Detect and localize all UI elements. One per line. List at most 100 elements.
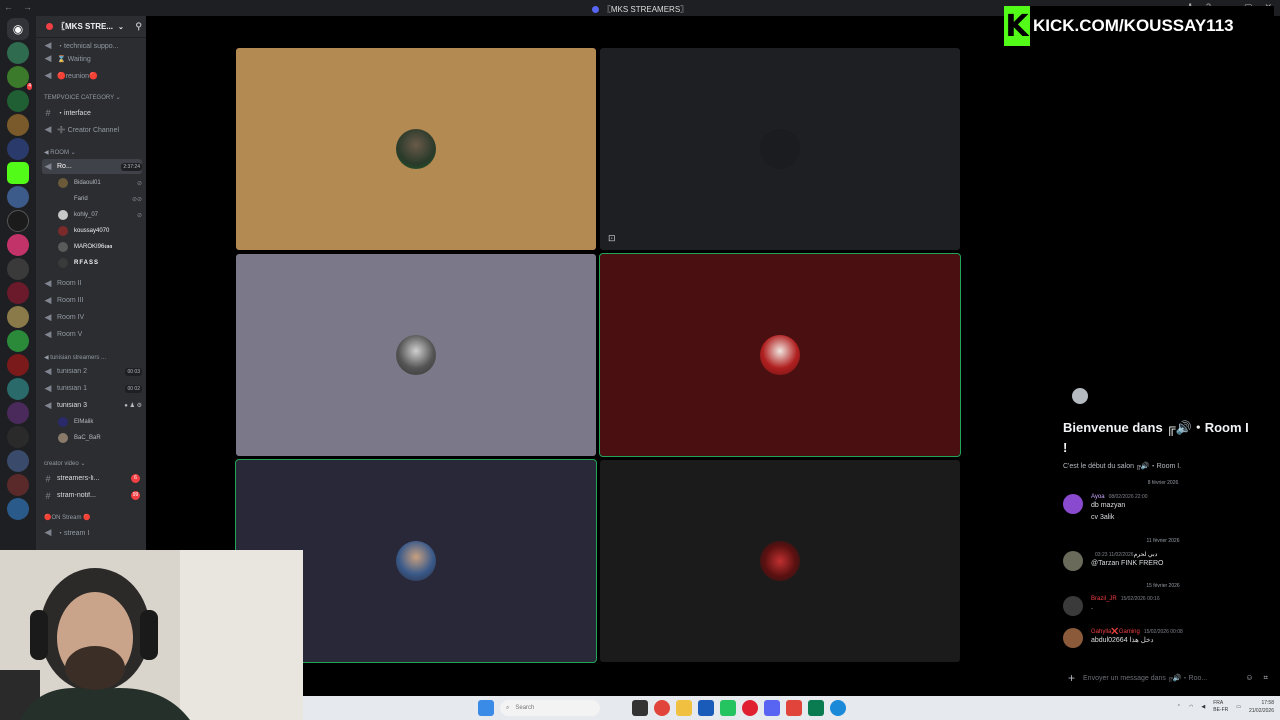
folder-icon[interactable]	[676, 700, 692, 716]
avatar[interactable]	[1063, 551, 1083, 571]
voice-channel-stream[interactable]: ◀ ・stream I	[42, 525, 142, 540]
network-icon[interactable]: ▭	[1236, 704, 1241, 710]
avatar	[58, 210, 68, 220]
category-onstream[interactable]: 🔴ON Stream 🔴	[44, 514, 91, 521]
volume-icon[interactable]: ◀	[1201, 704, 1205, 710]
server-icon[interactable]	[7, 426, 29, 448]
date-divider: 11 février 2026	[1146, 538, 1180, 544]
voice-channel-room-i[interactable]: ◀ Ro... 2:37:24	[42, 159, 142, 174]
voice-user[interactable]: Bidaoul01 ⊘	[58, 176, 142, 190]
app-icon[interactable]	[786, 700, 802, 716]
server-icon[interactable]	[7, 378, 29, 400]
emoji-icon[interactable]: ☺	[1245, 673, 1253, 683]
server-icon	[591, 6, 599, 13]
speaker-icon: ◀	[44, 53, 52, 63]
speaker-icon: ◀	[44, 40, 52, 50]
message-author[interactable]: Brazil_JR	[1091, 596, 1117, 602]
add-attachment-icon[interactable]: +	[1068, 671, 1075, 685]
voice-channel-room[interactable]: ◀ Room V	[42, 327, 142, 342]
wifi-icon[interactable]: ◠	[1189, 704, 1193, 710]
kick-logo-icon: K	[1004, 6, 1030, 46]
server-icon[interactable]	[7, 498, 29, 520]
clock[interactable]: 17:58 21/02/2026	[1249, 699, 1274, 715]
message-input[interactable]: Envoyer un message dans ╔🔊・Roo...	[1083, 673, 1207, 683]
category-creator[interactable]: creator video ⌄	[44, 460, 85, 467]
server-icon[interactable]	[7, 234, 29, 256]
voice-channel-room[interactable]: ◀ Room II	[42, 276, 142, 291]
participant-tile[interactable]	[599, 253, 961, 457]
participant-tile[interactable]	[236, 254, 596, 456]
voice-user[interactable]: BaC_BaR	[58, 431, 142, 445]
server-icon[interactable]	[7, 474, 29, 496]
avatar[interactable]	[1063, 596, 1083, 616]
avatar[interactable]	[1063, 494, 1083, 514]
server-icon[interactable]	[7, 330, 29, 352]
avatar	[58, 194, 68, 204]
category-tempvoice[interactable]: TEMPVOICE CATEGORY ⌄	[44, 94, 121, 101]
add-member-icon[interactable]: ⚲	[135, 21, 142, 32]
server-icon[interactable]	[7, 114, 29, 136]
channel-settings-icon[interactable]: ● ♟ ⚙	[124, 402, 142, 409]
server-icon[interactable]	[7, 354, 29, 376]
category-room[interactable]: ◀ Room ⌄	[44, 149, 76, 156]
server-icon[interactable]: 4	[7, 66, 32, 90]
voice-user[interactable]: koussay4070	[58, 224, 142, 238]
category-tunisian[interactable]: ◀ tunisian streamers ...	[44, 354, 106, 361]
voice-user[interactable]: RFASS	[58, 256, 142, 270]
edge-icon[interactable]	[830, 700, 846, 716]
voice-channel-creator[interactable]: ◀ ➕ Creator Channel	[42, 122, 142, 137]
discord-icon[interactable]	[764, 700, 780, 716]
voice-user[interactable]: MAROKI96𝖈𝖆𝖆	[58, 240, 142, 254]
app-icon[interactable]	[808, 700, 824, 716]
chrome-icon[interactable]	[654, 700, 670, 716]
avatar	[760, 129, 800, 169]
language-indicator[interactable]: FRA BE-FR	[1213, 700, 1228, 714]
windows-start-icon[interactable]	[478, 700, 494, 716]
server-icon[interactable]	[7, 210, 29, 232]
guild-header[interactable]: 〖MKS STRE... ⌄ ⚲	[36, 16, 146, 38]
speaker-icon: ◀	[44, 295, 52, 305]
message-composer[interactable]: + Envoyer un message dans ╔🔊・Roo... ☺ ⌗	[1062, 668, 1274, 688]
text-channel[interactable]: # streamers-li...	[42, 471, 142, 486]
voice-user[interactable]: ElMalik	[58, 415, 142, 429]
voice-channel[interactable]: ◀ ⌛ Waiting	[42, 51, 142, 66]
server-icon[interactable]	[7, 282, 29, 304]
taskbar-search[interactable]: ⌕ Search	[500, 700, 600, 716]
opera-icon[interactable]	[742, 700, 758, 716]
avatar	[58, 242, 68, 252]
server-icon[interactable]	[7, 450, 29, 472]
voice-channel-tunisian[interactable]: ◀ tunisian 2 00 03	[42, 364, 142, 379]
participant-tile[interactable]	[600, 460, 960, 662]
participant-tile[interactable]	[236, 48, 596, 250]
voice-channel[interactable]: ◀ 🔴reunion🔴	[42, 68, 142, 83]
voice-channel-tunisian[interactable]: ◀ tunisian 1 00 02	[42, 381, 142, 396]
server-icon[interactable]	[7, 402, 29, 424]
server-icon[interactable]	[7, 258, 29, 280]
server-icon[interactable]	[7, 138, 29, 160]
discord-home-icon[interactable]: ◉	[7, 18, 29, 40]
whatsapp-icon[interactable]	[720, 700, 736, 716]
server-icon[interactable]	[7, 90, 29, 112]
server-icon[interactable]	[7, 306, 29, 328]
voice-user[interactable]: kohly_07 ⊘	[58, 208, 142, 222]
avatar	[760, 541, 800, 581]
message-text: db mazyan	[1091, 502, 1126, 509]
avatar[interactable]	[1063, 628, 1083, 648]
voice-channel-tunisian[interactable]: ◀ tunisian 3 ● ♟ ⚙	[42, 398, 142, 413]
voice-channel-room[interactable]: ◀ Room III	[42, 293, 142, 308]
apps-icon[interactable]: ⌗	[1263, 673, 1268, 683]
speaker-icon: ◀	[44, 383, 52, 393]
tray-chevron-icon[interactable]: ⌃	[1177, 704, 1181, 710]
voice-channel-room[interactable]: ◀ Room IV	[42, 310, 142, 325]
kick-server-icon[interactable]	[7, 162, 29, 184]
text-channel-interface[interactable]: # ・interface	[42, 105, 142, 120]
participant-tile[interactable]: ⊡	[600, 48, 960, 250]
voice-user[interactable]: Farid ⊘⊘	[58, 192, 142, 206]
hash-icon: #	[45, 473, 51, 484]
server-icon[interactable]	[7, 42, 29, 64]
hash-icon: #	[45, 490, 51, 501]
text-channel[interactable]: # stram-notif...	[42, 488, 142, 503]
file-icon[interactable]	[632, 700, 648, 716]
store-icon[interactable]	[698, 700, 714, 716]
server-icon[interactable]	[7, 186, 29, 208]
